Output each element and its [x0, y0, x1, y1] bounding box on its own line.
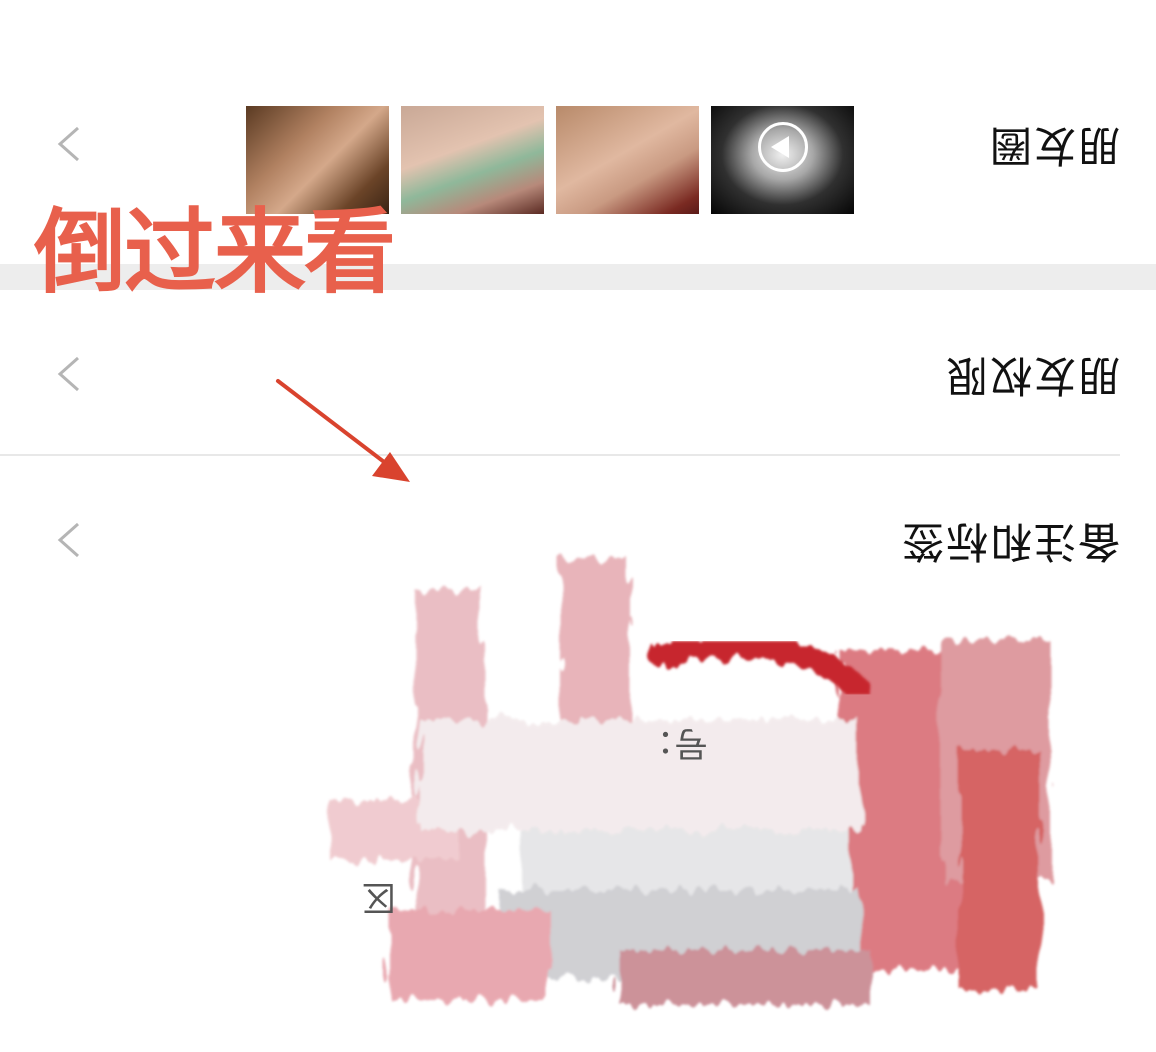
contact-profile-page-upside-down: 朋友圈 朋友权限 备注和标签 号： 区 倒过来看	[0, 0, 1156, 1052]
annotation-arrow	[276, 379, 410, 482]
